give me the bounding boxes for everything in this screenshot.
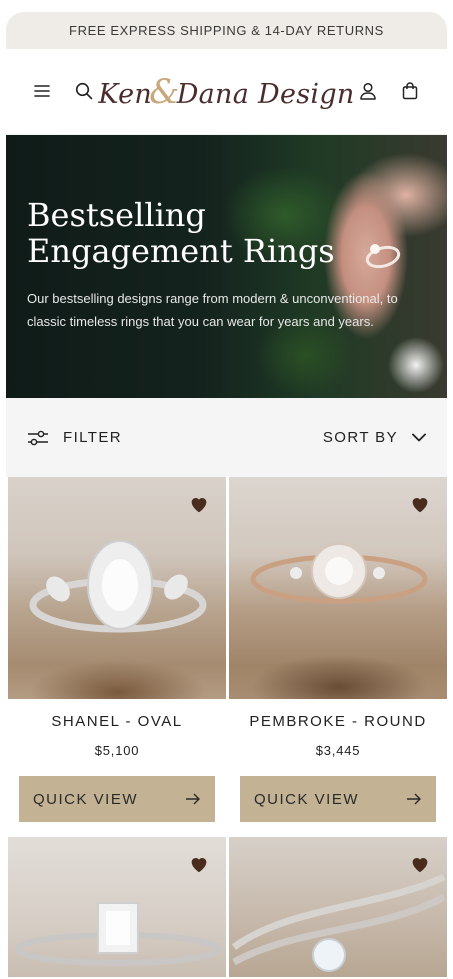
quick-view-label: QUICK VIEW xyxy=(33,790,139,808)
sort-label: SORT BY xyxy=(322,429,398,446)
wishlist-heart-icon[interactable] xyxy=(188,493,210,515)
brand-logo[interactable]: Ken&Dana Design xyxy=(98,72,354,112)
account-icon xyxy=(360,82,376,100)
menu-icon xyxy=(34,85,50,97)
hero-title: Bestselling Engagement Rings xyxy=(27,197,335,269)
arrow-right-icon xyxy=(407,793,421,805)
hero-title-line1: Bestselling xyxy=(27,196,206,234)
quick-view-button[interactable]: QUICK VIEW xyxy=(19,776,215,822)
product-image[interactable] xyxy=(229,477,447,699)
wishlist-heart-icon[interactable] xyxy=(409,853,431,875)
product-name[interactable]: SHANEL - OVAL xyxy=(8,713,226,733)
logo-text-ken: Ken xyxy=(98,78,153,110)
cart-button[interactable] xyxy=(396,77,424,105)
product-name[interactable]: PEMBROKE - ROUND xyxy=(229,713,447,733)
product-image[interactable] xyxy=(8,837,226,977)
quick-view-label: QUICK VIEW xyxy=(254,790,360,808)
sort-dropdown[interactable]: SORT BY xyxy=(323,429,426,446)
product-card[interactable]: SHANEL - OVAL $5,100 QUICK VIEW xyxy=(8,477,226,822)
product-image[interactable] xyxy=(229,837,447,977)
product-card[interactable]: PEMBROKE - ROUND $3,445 QUICK VIEW xyxy=(229,477,447,822)
product-card[interactable] xyxy=(229,837,447,977)
page: FREE EXPRESS SHIPPING & 14-DAY RETURNS K… xyxy=(6,12,447,979)
filter-sort-bar: FILTER SORT BY xyxy=(6,398,447,477)
search-button[interactable] xyxy=(70,77,98,105)
account-button[interactable] xyxy=(354,77,382,105)
menu-button[interactable] xyxy=(28,77,56,105)
search-icon xyxy=(75,82,93,100)
logo-text-dana-design: Dana Design xyxy=(176,78,355,110)
wishlist-heart-icon[interactable] xyxy=(409,493,431,515)
product-price: $3,445 xyxy=(315,743,361,758)
filter-label: FILTER xyxy=(63,429,122,446)
logo-ampersand: & xyxy=(149,71,180,112)
product-image[interactable] xyxy=(8,477,226,699)
arrow-right-icon xyxy=(186,793,200,805)
site-header: Ken&Dana Design xyxy=(6,49,447,135)
product-price: $5,100 xyxy=(94,743,140,758)
chevron-down-icon xyxy=(412,433,426,442)
promo-banner[interactable]: FREE EXPRESS SHIPPING & 14-DAY RETURNS xyxy=(6,12,447,49)
hero-description: Our bestselling designs range from moder… xyxy=(27,291,398,329)
bag-icon xyxy=(402,82,418,100)
hero-title-line2: Engagement Rings xyxy=(27,232,335,270)
hero-banner: Bestselling Engagement Rings Our bestsel… xyxy=(6,135,447,398)
product-card[interactable] xyxy=(8,837,226,977)
ring-on-hand-illustration xyxy=(365,244,401,269)
filter-button[interactable]: FILTER xyxy=(27,429,122,446)
promo-text: FREE EXPRESS SHIPPING & 14-DAY RETURNS xyxy=(69,23,384,38)
wishlist-heart-icon[interactable] xyxy=(188,853,210,875)
quick-view-button[interactable]: QUICK VIEW xyxy=(240,776,436,822)
product-grid: SHANEL - OVAL $5,100 QUICK VIEW PEMBROKE… xyxy=(6,477,447,977)
sliders-icon xyxy=(28,430,48,445)
